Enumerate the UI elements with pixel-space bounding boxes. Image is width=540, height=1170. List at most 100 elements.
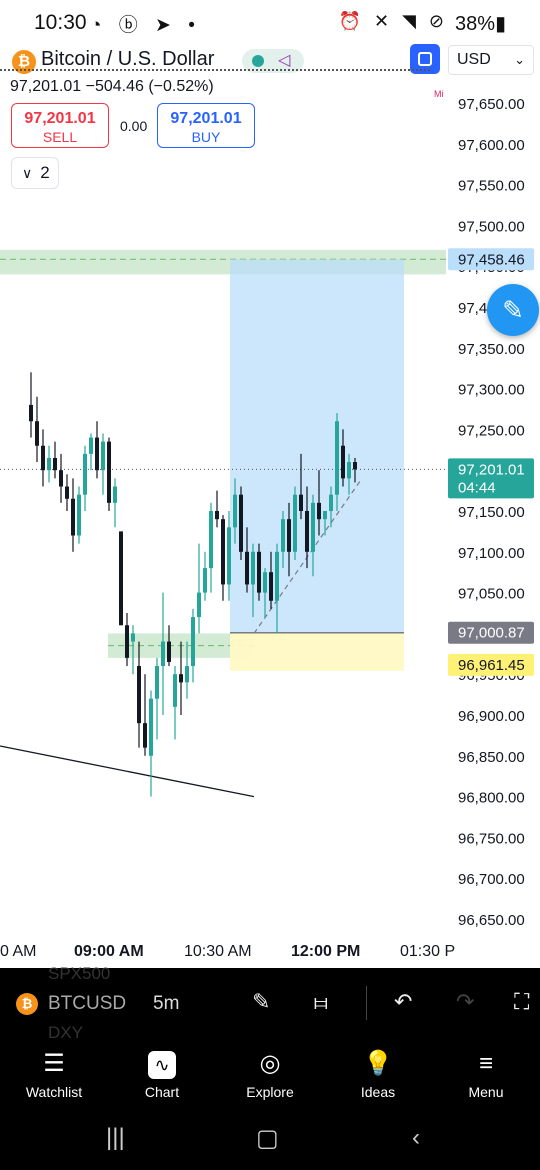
- candle-body: [137, 666, 141, 724]
- currency-select[interactable]: USD ⌄: [448, 45, 534, 75]
- fullscreen-icon[interactable]: ⛶: [514, 989, 529, 1015]
- layout-icon: [418, 52, 432, 66]
- price-chart[interactable]: 97,650.00 97,600.00 97,550.00 97,500.00 97,4…: [0, 98, 540, 968]
- nav-explore[interactable]: ◎ Explore: [216, 1040, 324, 1112]
- price-axis-label: 97,500.00: [458, 218, 525, 235]
- price-axis-label: 96,850.00: [458, 749, 525, 766]
- price-axis-label: 97,550.00: [458, 178, 525, 195]
- candle-body: [53, 457, 57, 471]
- interval-button[interactable]: 5m: [153, 993, 179, 1015]
- chart-icon: ∿: [148, 1051, 176, 1079]
- price-axis-label: 96,900.00: [458, 708, 525, 725]
- price-axis-label: 96,650.00: [458, 912, 525, 929]
- candle-body: [335, 421, 339, 495]
- candle-body: [203, 568, 207, 593]
- candle-body: [293, 494, 297, 552]
- candle-body: [263, 572, 267, 593]
- candle-body: [305, 511, 309, 552]
- pencil-icon: ✎: [502, 295, 524, 325]
- candle-body: [107, 441, 111, 503]
- candle-body: [113, 486, 117, 503]
- notification-icons: ◔ ⓑ ➤ •: [90, 15, 201, 36]
- chevron-down-icon: ∨: [22, 165, 33, 181]
- time-axis-label: 09:00 AM: [74, 943, 144, 960]
- edit-drawing-button[interactable]: ✎: [487, 284, 539, 336]
- candle-body: [245, 551, 249, 585]
- candle-body: [143, 723, 147, 748]
- price-axis-label: 97,300.00: [458, 382, 525, 399]
- buy-button[interactable]: 97,201.01 BUY: [157, 103, 255, 148]
- nav-label: Explore: [246, 1084, 294, 1100]
- candle-body: [77, 494, 81, 536]
- candle-body: [119, 531, 123, 626]
- price-tag-label: 96,961.45: [458, 657, 525, 674]
- nav-chart[interactable]: ∿ Chart: [108, 1040, 216, 1112]
- undo-icon[interactable]: ↶: [394, 989, 412, 1015]
- candle-body: [227, 527, 231, 585]
- bottom-navigation: ☰ Watchlist ∿ Chart ◎ Explore 💡 Ideas ≡ …: [0, 1040, 540, 1112]
- candle-body: [317, 502, 321, 520]
- share-icon: ◁: [278, 52, 291, 69]
- chevron-down-icon: ⌄: [514, 52, 525, 67]
- trend-line: [0, 745, 255, 798]
- sell-button[interactable]: 97,201.01 SELL: [11, 103, 109, 148]
- price-tag-label: 97,458.46: [458, 251, 525, 268]
- back-icon[interactable]: ‹: [412, 1124, 420, 1152]
- candle-body: [59, 470, 63, 487]
- symbol-scroll-prev[interactable]: SPX500: [48, 964, 110, 984]
- candle-body: [191, 617, 195, 667]
- candle-body: [179, 674, 183, 683]
- candle-body: [71, 498, 75, 536]
- price-tag-label: 97,201.01: [458, 461, 525, 478]
- price-axis-label: 96,750.00: [458, 830, 525, 847]
- buy-price: 97,201.01: [170, 110, 242, 127]
- long-position-stop-zone: [230, 632, 404, 671]
- pencil-icon[interactable]: ✎: [252, 989, 270, 1015]
- status-bar: 10:30 ◔ ⓑ ➤ • ⏰ ✕ ◥ ⊘ 38%▮: [0, 0, 540, 44]
- long-position-profit-zone: [230, 259, 404, 633]
- home-icon[interactable]: ▢: [256, 1124, 279, 1153]
- nav-label: Chart: [144, 1084, 180, 1100]
- sliders-icon[interactable]: ⧦: [314, 989, 328, 1015]
- nav-ideas[interactable]: 💡 Ideas: [324, 1040, 432, 1112]
- buy-label: BUY: [191, 129, 221, 145]
- chart-toolbar: SPX500 DXY ₿ BTCUSD 5m ✎ ⧦ ↶ ↷ ⛶: [0, 964, 540, 1042]
- candle-body: [221, 519, 225, 585]
- system-status-icons: ⏰ ✕ ◥ ⊘: [338, 11, 448, 31]
- candle-body: [329, 494, 333, 511]
- countdown-label: 04:44: [458, 479, 496, 496]
- recents-icon[interactable]: |||: [106, 1124, 125, 1152]
- price-tag-label: 97,000.87: [458, 625, 525, 642]
- symbol-title[interactable]: Bitcoin / U.S. Dollar: [41, 48, 214, 71]
- candle-body: [95, 437, 99, 471]
- sell-price: 97,201.01: [24, 110, 96, 127]
- candle-body: [167, 641, 171, 662]
- time-axis-label: 01:30 P: [400, 943, 455, 960]
- candle-body: [131, 633, 135, 642]
- nav-menu[interactable]: ≡ Menu: [432, 1040, 540, 1112]
- indicators-toggle-button[interactable]: ∨ 2: [11, 157, 59, 189]
- candle-body: [215, 511, 219, 520]
- status-time: 10:30: [34, 11, 87, 34]
- nav-label: Ideas: [360, 1084, 396, 1100]
- time-axis-label: 10:30 AM: [184, 943, 252, 960]
- time-axis-label: 12:00 PM: [291, 943, 360, 960]
- time-axis-label: 0 AM: [0, 943, 36, 960]
- candle-body: [311, 502, 315, 552]
- chart-area[interactable]: 97,650.00 97,600.00 97,550.00 97,500.00 97,4…: [0, 98, 540, 1062]
- candle-body: [65, 486, 69, 499]
- price-axis-label: 97,650.00: [458, 98, 525, 113]
- price-axis-label: 96,700.00: [458, 871, 525, 888]
- redo-icon[interactable]: ↷: [456, 989, 474, 1015]
- candle-body: [89, 437, 93, 454]
- candle-body: [341, 445, 345, 479]
- currency-value: USD: [457, 51, 491, 68]
- candle-body: [125, 625, 129, 658]
- price-axis-label: 97,050.00: [458, 586, 525, 603]
- toolbar-symbol[interactable]: BTCUSD: [48, 993, 126, 1015]
- nav-watchlist[interactable]: ☰ Watchlist: [0, 1040, 108, 1112]
- candle-body: [299, 494, 303, 511]
- candle-body: [287, 519, 291, 552]
- candle-body: [83, 453, 87, 495]
- menu-icon: ≡: [478, 1050, 493, 1077]
